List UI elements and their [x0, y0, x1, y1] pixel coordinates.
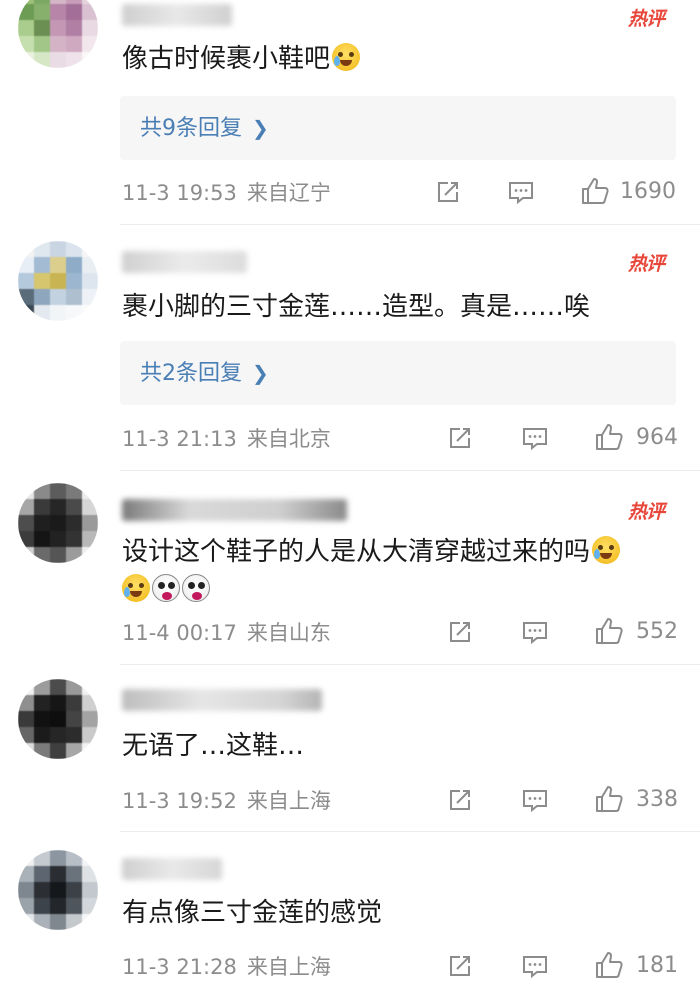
- comment-meta: 11-3 19:53 来自辽宁: [122, 178, 331, 208]
- avatar[interactable]: [18, 850, 98, 930]
- thumbs-up-icon: [596, 952, 623, 978]
- view-replies-link[interactable]: 共9条回复 ❯: [140, 112, 269, 145]
- username-blurred[interactable]: [122, 4, 232, 26]
- avatar[interactable]: [18, 0, 98, 68]
- comment-meta: 11-3 21:13 来自北京: [122, 424, 331, 454]
- like-count: 552: [636, 619, 678, 644]
- comment-icon: [523, 428, 547, 451]
- comment-location: 来自辽宁: [246, 181, 331, 205]
- comment-item: 有点像三寸金莲的感觉 11-3 21:28 来自上海 181: [0, 832, 700, 987]
- share-button[interactable]: [446, 424, 476, 454]
- comment-time: 11-3 21:28: [122, 955, 237, 979]
- comment-icon: [523, 956, 547, 979]
- scared-face-emoji-icon: [182, 574, 210, 602]
- comment-text-content: 设计这个鞋子的人是从大清穿越过来的吗: [122, 537, 591, 567]
- comment-time: 11-4 00:17: [122, 621, 237, 645]
- username-blurred[interactable]: [122, 251, 247, 273]
- like-count: 338: [636, 787, 678, 812]
- comment-meta: 11-3 19:52 来自上海: [122, 786, 331, 816]
- comment-text: 有点像三寸金莲的感觉: [122, 898, 383, 928]
- username-blurred[interactable]: [122, 858, 222, 880]
- comment-item: 热评 像古时候裹小鞋吧 共9条回复 ❯ 11-3 19:53 来自辽宁 1690: [0, 0, 700, 225]
- avatar[interactable]: [18, 483, 98, 563]
- like-button[interactable]: 181: [594, 950, 684, 980]
- comment-icon: [523, 790, 547, 813]
- comment-button[interactable]: [521, 952, 551, 982]
- scared-face-emoji-icon: [152, 574, 180, 602]
- share-button[interactable]: [446, 952, 476, 982]
- comment-icon: [509, 182, 533, 205]
- comment-button[interactable]: [507, 178, 537, 208]
- comment-text: 无语了…这鞋…: [122, 731, 305, 761]
- comment-button[interactable]: [521, 424, 551, 454]
- hot-comment-badge: 热评: [627, 8, 665, 30]
- hot-comment-badge: 热评: [627, 253, 665, 275]
- comment-item: 无语了…这鞋… 11-3 19:52 来自上海 338: [0, 665, 700, 831]
- thumbs-up-icon: [596, 786, 623, 812]
- chevron-right-icon: ❯: [252, 116, 269, 140]
- view-replies-label: 共9条回复: [140, 116, 242, 141]
- comment-item: 热评 裹小脚的三寸金莲……造型。真是……唉 共2条回复 ❯ 11-3 21:13 来…: [0, 225, 700, 470]
- view-replies-link[interactable]: 共2条回复 ❯: [140, 357, 269, 390]
- crying-laughing-emoji-icon: [592, 536, 621, 564]
- comment-location: 来自北京: [246, 427, 331, 451]
- share-edit-icon: [450, 428, 470, 448]
- share-button[interactable]: [446, 618, 476, 648]
- comment-location: 来自上海: [246, 789, 331, 813]
- comment-location: 来自上海: [246, 955, 331, 979]
- like-button[interactable]: 964: [594, 422, 684, 452]
- share-edit-icon: [450, 790, 470, 810]
- username-blurred[interactable]: [122, 689, 322, 711]
- share-edit-icon: [450, 956, 470, 976]
- comment-text: 像古时候裹小鞋吧: [122, 40, 361, 78]
- like-count: 1690: [620, 179, 676, 204]
- thumbs-up-icon: [582, 178, 609, 204]
- reply-summary-box[interactable]: 共2条回复 ❯: [120, 341, 676, 405]
- comment-icon: [523, 622, 547, 645]
- share-button[interactable]: [446, 786, 476, 816]
- avatar[interactable]: [18, 679, 98, 759]
- like-button[interactable]: 552: [594, 616, 684, 646]
- chevron-right-icon: ❯: [252, 361, 269, 385]
- comment-item: 热评 设计这个鞋子的人是从大清穿越过来的吗 11-4 00:17 来自山东 552: [0, 471, 700, 664]
- comment-text: 裹小脚的三寸金莲……造型。真是……唉: [122, 292, 591, 322]
- reply-summary-box[interactable]: 共9条回复 ❯: [120, 96, 676, 160]
- view-replies-label: 共2条回复: [140, 361, 242, 386]
- crying-laughing-emoji-icon: [122, 574, 150, 602]
- crying-laughing-emoji-icon: [332, 43, 361, 71]
- like-count: 964: [636, 425, 678, 450]
- avatar[interactable]: [18, 241, 98, 321]
- comment-time: 11-3 19:53: [122, 181, 237, 205]
- comment-time: 11-3 21:13: [122, 427, 237, 451]
- thumbs-up-icon: [596, 618, 623, 644]
- comment-text: 设计这个鞋子的人是从大清穿越过来的吗: [122, 533, 682, 609]
- like-count: 181: [636, 953, 678, 978]
- share-edit-icon: [438, 182, 458, 202]
- share-edit-icon: [450, 622, 470, 642]
- comment-button[interactable]: [521, 618, 551, 648]
- hot-comment-badge: 热评: [627, 501, 665, 523]
- thumbs-up-icon: [596, 424, 623, 450]
- comment-meta: 11-3 21:28 来自上海: [122, 952, 331, 982]
- comment-time: 11-3 19:52: [122, 789, 237, 813]
- username-blurred[interactable]: [122, 499, 347, 521]
- comment-text-content: 像古时候裹小鞋吧: [122, 44, 331, 74]
- comment-button[interactable]: [521, 786, 551, 816]
- share-button[interactable]: [434, 178, 464, 208]
- comment-location: 来自山东: [246, 621, 331, 645]
- like-button[interactable]: 1690: [580, 176, 680, 206]
- comment-meta: 11-4 00:17 来自山东: [122, 618, 331, 648]
- like-button[interactable]: 338: [594, 784, 684, 814]
